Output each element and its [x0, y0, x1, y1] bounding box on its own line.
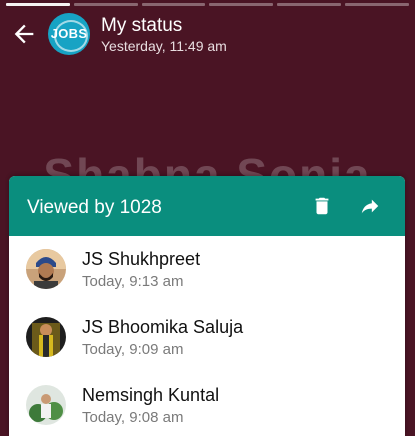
viewer-list-item[interactable]: Nemsingh Kuntal Today, 9:08 am [9, 372, 405, 436]
viewer-photo [26, 385, 66, 425]
viewer-name: Nemsingh Kuntal [82, 385, 220, 405]
share-arrow-icon [361, 199, 379, 214]
viewer-list-item[interactable]: JS Shukhpreet Today, 9:13 am [9, 236, 405, 304]
avatar[interactable] [26, 249, 66, 289]
progress-segment [6, 3, 70, 6]
avatar-logo-text: JOBS [50, 26, 88, 41]
progress-segment [345, 3, 409, 6]
progress-segment [277, 3, 342, 6]
viewers-panel: Viewed by 1028 JS Shukhpreet Today, 9:13 [9, 176, 405, 436]
viewer-time: Today, 9:09 am [82, 341, 184, 358]
forward-status-button[interactable] [359, 195, 381, 217]
viewer-time: Today, 9:08 am [82, 409, 184, 426]
status-title: My status [101, 15, 183, 36]
status-header: JOBS My status Yesterday, 11:49 am [0, 10, 415, 60]
viewed-by-count: Viewed by 1028 [27, 197, 162, 218]
viewer-list-item[interactable]: JS Bhoomika Saluja Today, 9:09 am [9, 304, 405, 372]
trash-icon [315, 197, 329, 215]
avatar[interactable] [26, 385, 66, 425]
delete-status-button[interactable] [311, 195, 333, 217]
status-progress-bar [6, 3, 409, 6]
viewer-name: JS Bhoomika Saluja [82, 317, 244, 337]
viewer-photo [26, 317, 66, 357]
progress-segment [209, 3, 274, 6]
progress-segment [73, 3, 138, 6]
status-avatar[interactable]: JOBS [48, 13, 90, 55]
progress-segment [141, 3, 206, 6]
viewers-panel-header: Viewed by 1028 [9, 176, 405, 236]
back-arrow-icon [14, 24, 34, 44]
avatar[interactable] [26, 317, 66, 357]
viewer-time: Today, 9:13 am [82, 273, 184, 290]
viewer-photo [26, 249, 66, 289]
status-timestamp: Yesterday, 11:49 am [101, 38, 227, 54]
back-button[interactable] [10, 20, 38, 48]
viewer-name: JS Shukhpreet [82, 249, 201, 269]
